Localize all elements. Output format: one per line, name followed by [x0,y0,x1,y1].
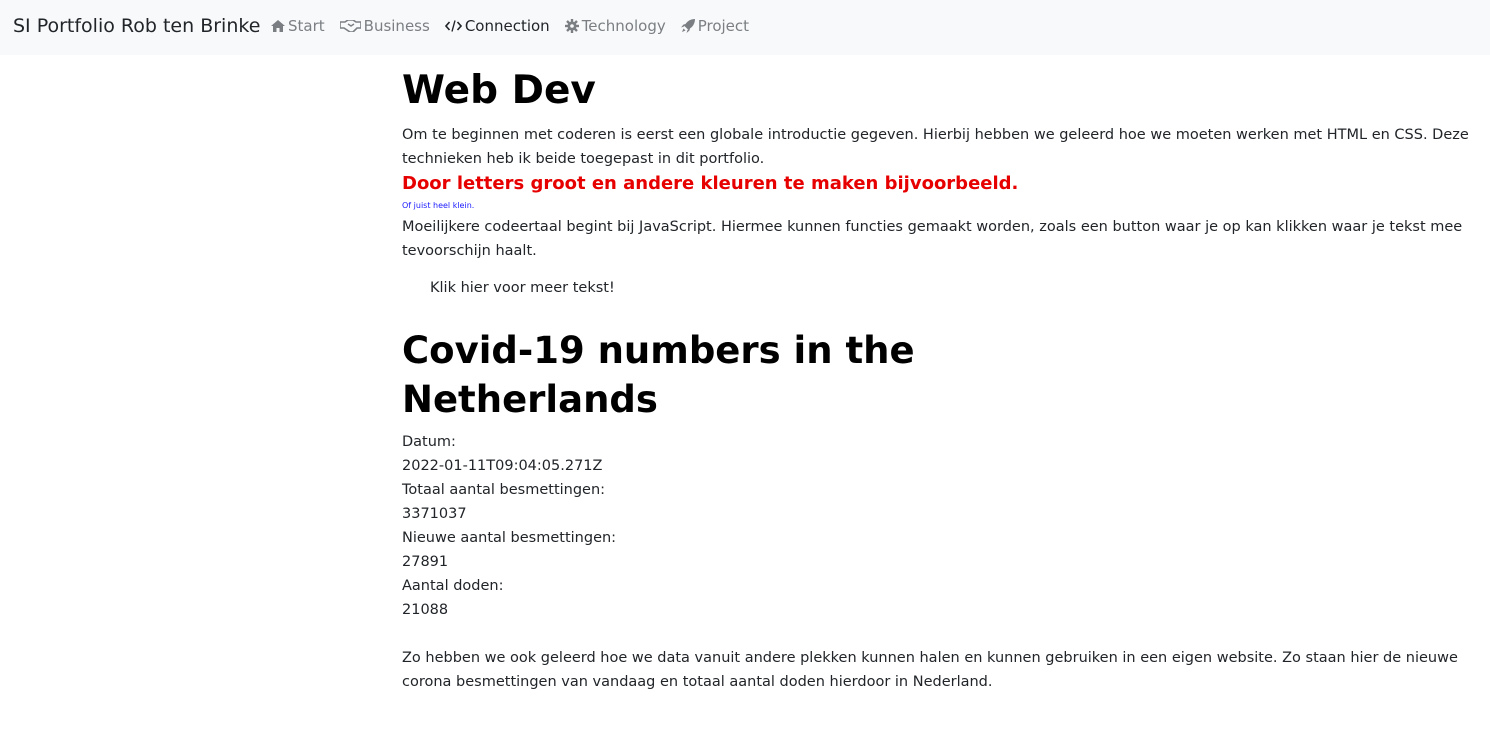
nav-item-technology[interactable]: Technology [564,17,666,35]
rocket-icon [680,19,695,33]
nav-label-connection: Connection [464,17,550,35]
webdev-intro: Om te beginnen met coderen is eerst een … [402,127,1469,167]
brand-link[interactable]: SI Portfolio Rob ten Brinke [13,15,260,37]
total-infections-value: 3371037 [402,506,467,522]
more-text-button[interactable]: Klik hier voor meer tekst! [430,278,615,298]
total-infections-label: Totaal aantal besmettingen: [402,482,606,498]
deaths-label: Aantal doden: [402,578,504,594]
nav-label-start: Start [288,17,325,35]
nav-item-start[interactable]: Start [271,17,325,35]
nav-item-connection[interactable]: Connection [444,17,550,35]
closing-paragraph: Zo hebben we ook geleerd hoe we data van… [402,650,1458,690]
gear-icon [564,19,579,33]
nav-label-project: Project [697,17,750,35]
nav-item-project[interactable]: Project [680,17,750,35]
nav-label-technology: Technology [581,17,666,35]
covid-title: Covid-19 numbers in the Netherlands [402,329,915,421]
nav-label-business: Business [363,17,430,35]
new-infections-value: 27891 [402,554,449,570]
date-value: 2022-01-11T09:04:05.271Z [402,458,603,474]
tiny-blue-text: Of juist heel klein. [402,201,475,210]
javascript-text: Moeilijkere codeertaal begint bij JavaSc… [402,219,1463,259]
webdev-title: Web Dev [402,68,596,113]
new-infections-label: Nieuwe aantal besmettingen: [402,530,617,546]
big-red-text: Door letters groot en andere kleuren te … [402,173,1019,194]
nav-item-business[interactable]: Business [339,17,430,35]
main-content: Web Dev Om te beginnen met coderen is ee… [402,66,1482,694]
deaths-value: 21088 [402,602,449,618]
handshake-icon [339,20,361,32]
home-icon [271,20,285,32]
nav-menu: Start Business Connection Technology Pro… [271,17,764,35]
covid-stats: Datum: 2022-01-11T09:04:05.271Z Totaal a… [402,430,1482,622]
date-label: Datum: [402,434,456,450]
navbar: SI Portfolio Rob ten Brinke Start Busine… [0,0,1490,55]
code-icon [444,20,462,32]
